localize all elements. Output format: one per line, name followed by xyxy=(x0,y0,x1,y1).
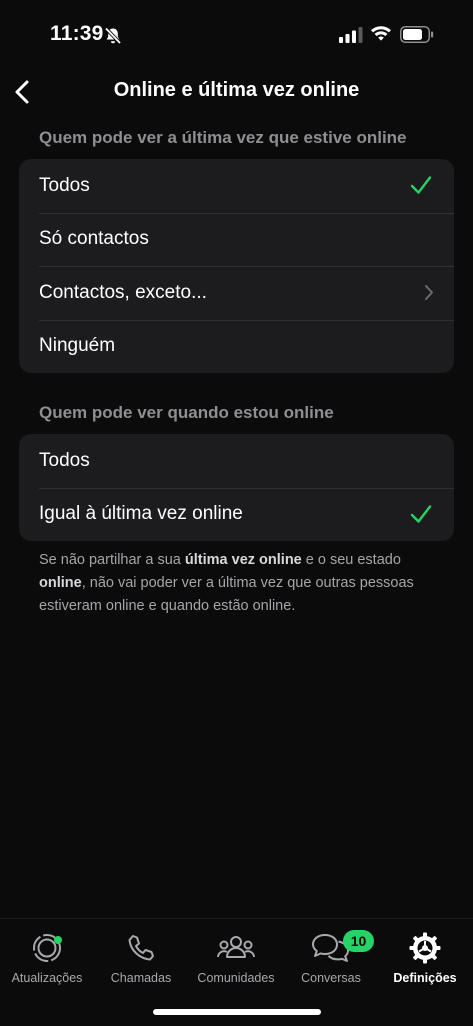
tab-label: Definições xyxy=(393,971,457,985)
option-label: Ninguém xyxy=(39,335,116,357)
option-label: Só contactos xyxy=(39,228,149,250)
checkmark-icon xyxy=(410,176,432,194)
settings-gear-icon xyxy=(409,932,441,964)
unread-chats-badge: 10 xyxy=(343,930,374,952)
status-time: 11:39 xyxy=(50,22,104,45)
chevron-right-icon xyxy=(425,285,433,300)
unread-status-dot xyxy=(54,936,62,944)
checkmark-icon xyxy=(410,504,432,523)
last-seen-option-everyone[interactable]: Todos xyxy=(19,159,454,213)
option-label: Todos xyxy=(39,174,90,196)
online-section-header: Quem pode ver quando estou online xyxy=(39,403,334,422)
online-option-same-as-last-seen[interactable]: Igual à última vez online xyxy=(19,487,454,542)
home-indicator xyxy=(153,1009,321,1015)
option-label: Todos xyxy=(39,449,90,471)
tab-label: Comunidades xyxy=(197,971,275,985)
cellular-signal-icon xyxy=(339,27,363,43)
battery-icon xyxy=(400,26,434,43)
tab-settings[interactable]: Definições xyxy=(378,931,472,995)
bell-muted-icon xyxy=(104,27,122,45)
last-seen-option-nobody[interactable]: Ninguém xyxy=(19,319,454,374)
online-options-group: Todos Igual à última vez online xyxy=(19,434,454,541)
tab-communities[interactable]: Comunidades xyxy=(189,931,283,995)
wifi-icon xyxy=(371,26,391,41)
tab-updates[interactable]: Atualizações xyxy=(0,931,94,995)
tab-calls[interactable]: Chamadas xyxy=(94,931,188,995)
tab-label: Atualizações xyxy=(11,971,83,985)
phone-icon xyxy=(128,935,154,961)
communities-icon xyxy=(217,936,255,958)
tab-label: Chamadas xyxy=(110,971,172,985)
last-seen-option-contacts[interactable]: Só contactos xyxy=(19,212,454,267)
online-option-everyone[interactable]: Todos xyxy=(19,434,454,488)
last-seen-section-header: Quem pode ver a última vez que estive on… xyxy=(39,128,407,147)
tab-label: Conversas xyxy=(301,971,361,985)
last-seen-options-group: Todos Só contactos Contactos, exceto... … xyxy=(19,159,454,373)
privacy-footnote: Se não partilhar a sua última vez online… xyxy=(39,552,414,614)
option-label: Contactos, exceto... xyxy=(39,281,207,303)
last-seen-option-contacts-except[interactable]: Contactos, exceto... xyxy=(19,266,454,320)
option-label: Igual à última vez online xyxy=(39,503,243,525)
status-bar: 11:39 xyxy=(0,0,473,70)
page-title: Online e última vez online xyxy=(113,79,360,101)
navigation-bar: Online e última vez online xyxy=(0,70,473,114)
